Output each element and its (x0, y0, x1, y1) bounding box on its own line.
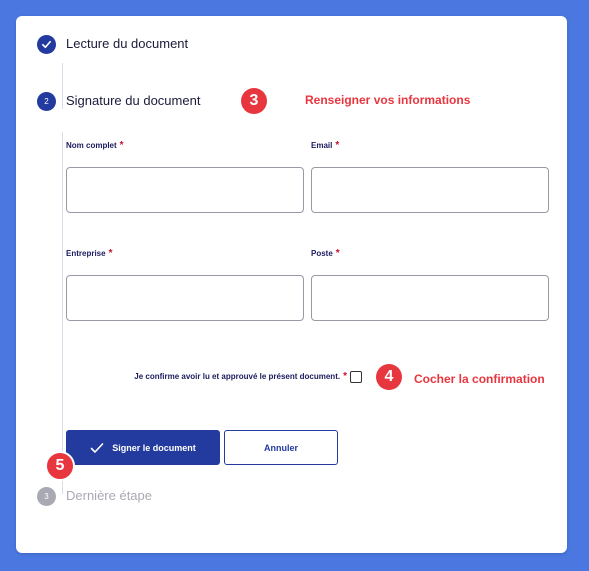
annotation-marker-4: 4 (376, 364, 402, 390)
check-icon (90, 442, 104, 453)
required-marker: * (119, 140, 124, 151)
position-label: Poste * (311, 248, 340, 259)
cancel-button[interactable]: Annuler (224, 430, 338, 465)
confirm-checkbox[interactable] (350, 371, 362, 383)
stepper-connector (62, 63, 63, 109)
check-icon (42, 40, 51, 49)
full-name-input[interactable] (66, 167, 304, 213)
email-label-text: Email (311, 141, 333, 150)
annotation-marker-3: 3 (241, 88, 267, 114)
confirm-label: Je confirme avoir lu et approuvé le prés… (134, 371, 347, 382)
position-label-text: Poste (311, 249, 333, 258)
step-3-number: 3 (37, 487, 56, 506)
email-label: Email * (311, 140, 339, 151)
required-marker: * (108, 248, 113, 259)
email-input[interactable] (311, 167, 549, 213)
cancel-button-label: Annuler (263, 442, 298, 453)
company-label: Entreprise * (66, 248, 112, 259)
full-name-label-text: Nom complet (66, 141, 117, 150)
required-marker: * (335, 140, 340, 151)
step-1-title[interactable]: Lecture du document (66, 36, 188, 51)
stepper-connector (62, 132, 63, 494)
sign-document-button[interactable]: Signer le document (66, 430, 220, 465)
company-label-text: Entreprise (66, 249, 106, 258)
signature-card: Lecture du document 2 Signature du docum… (16, 16, 567, 553)
required-marker: * (343, 371, 347, 382)
position-input[interactable] (311, 275, 549, 321)
annotation-marker-5: 5 (45, 451, 75, 481)
full-name-label: Nom complet * (66, 140, 124, 151)
confirm-label-text: Je confirme avoir lu et approuvé le prés… (134, 372, 341, 381)
sign-document-button-label: Signer le document (112, 442, 196, 453)
step-2-title: Signature du document (66, 93, 201, 108)
step-2-number: 2 (37, 92, 56, 111)
step-3-title: Dernière étape (66, 488, 152, 503)
company-input[interactable] (66, 275, 304, 321)
required-marker: * (335, 248, 340, 259)
annotation-confirm-text: Cocher la confirmation (414, 372, 545, 386)
step-1-completed-icon (37, 35, 56, 54)
annotation-info-text: Renseigner vos informations (305, 93, 471, 107)
